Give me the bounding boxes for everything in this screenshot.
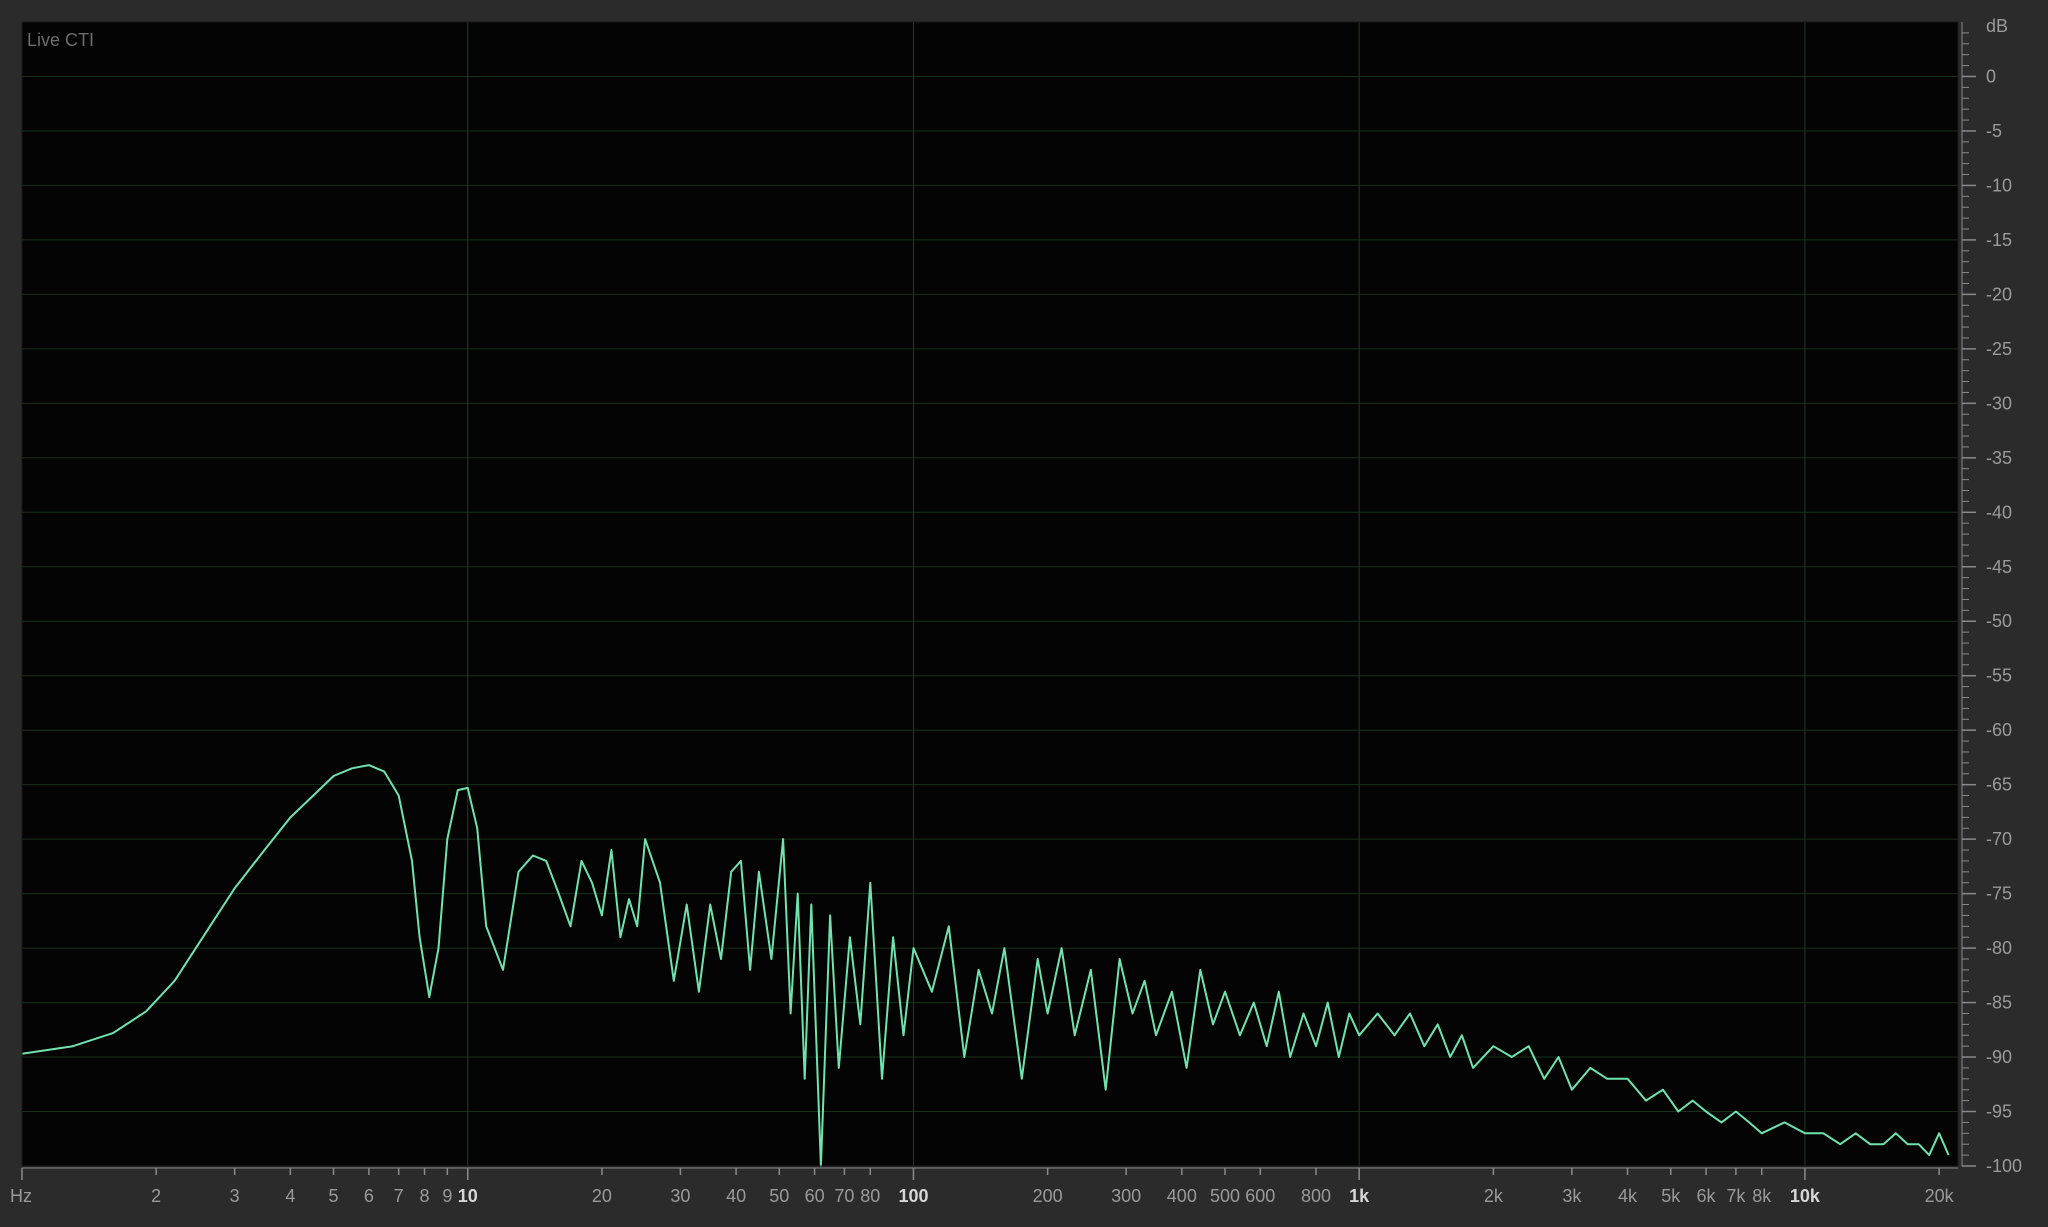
db-tick-label: -15 [1986,230,2012,250]
spectrum-chart: 0 -5 -10 -15 -20 -25 -30 -35 -40 -45 -50 -55 -60 -65 -… [10,16,2022,1206]
hz-tick-label: 500 [1210,1186,1240,1206]
hz-tick-label: 5 [329,1186,339,1206]
hz-tick-label: 9 [442,1186,452,1206]
hz-tick-label: 20 [592,1186,612,1206]
db-tick-label: -20 [1986,284,2012,304]
hz-tick-label: 100 [898,1186,928,1206]
hz-tick-label: 7 [394,1186,404,1206]
hz-tick-label: 3k [1562,1186,1582,1206]
hz-tick-label: 600 [1245,1186,1275,1206]
db-tick-label: -80 [1986,938,2012,958]
db-tick-label: -40 [1986,502,2012,522]
hz-tick-label: 4k [1618,1186,1638,1206]
db-tick-label: -50 [1986,611,2012,631]
hz-tick-label: 8 [420,1186,430,1206]
hz-tick-label: 10k [1790,1186,1821,1206]
db-tick-label: -55 [1986,666,2012,686]
hz-tick-label: 400 [1167,1186,1197,1206]
db-tick-label: -25 [1986,339,2012,359]
hz-tick-label: 6 [364,1186,374,1206]
db-tick-label: -90 [1986,1047,2012,1067]
db-tick-label: -30 [1986,393,2012,413]
hz-tick-label: 8k [1752,1186,1772,1206]
hz-axis: 2 3 4 5 6 7 8 9 10 20 30 40 50 60 70 80 100 200 300 400 500 6… [21,1167,1958,1206]
hz-tick-label: 10 [458,1186,478,1206]
plot-area [22,22,1958,1166]
db-tick-label: -85 [1986,993,2012,1013]
db-unit-label: dB [1986,16,2008,36]
db-tick-label: -75 [1986,884,2012,904]
hz-tick-label: 2k [1484,1186,1504,1206]
hz-tick-label: 6k [1697,1186,1717,1206]
db-axis: 0 -5 -10 -15 -20 -25 -30 -35 -40 -45 -50 -55 -60 -65 -… [1961,22,2022,1176]
hz-tick-label: 80 [860,1186,880,1206]
frequency-analyzer-panel: 0 -5 -10 -15 -20 -25 -30 -35 -40 -45 -50 -55 -60 -65 -… [0,0,2048,1227]
hz-tick-label: 4 [285,1186,295,1206]
hz-unit-label: Hz [10,1186,32,1206]
hz-tick-label: 70 [834,1186,854,1206]
hz-tick-label: 300 [1111,1186,1141,1206]
live-cti-label: Live CTI [27,30,94,50]
db-tick-label: -45 [1986,557,2012,577]
db-tick-label: -70 [1986,829,2012,849]
hz-tick-label: 30 [670,1186,690,1206]
hz-tick-label: 60 [805,1186,825,1206]
hz-tick-label: 40 [726,1186,746,1206]
db-tick-label: -100 [1986,1156,2022,1176]
hz-tick-label: 5k [1661,1186,1681,1206]
hz-tick-label: 7k [1726,1186,1746,1206]
hz-tick-label: 20k [1925,1186,1955,1206]
hz-tick-label: 3 [230,1186,240,1206]
db-tick-label: -5 [1986,121,2002,141]
hz-tick-label: 2 [151,1186,161,1206]
hz-tick-label: 50 [769,1186,789,1206]
db-tick-label: -65 [1986,775,2012,795]
db-tick-label: -95 [1986,1102,2012,1122]
db-tick-label: -60 [1986,720,2012,740]
db-tick-label: 0 [1986,66,1996,86]
hz-tick-label: 1k [1349,1186,1370,1206]
db-tick-label: -35 [1986,448,2012,468]
hz-tick-label: 200 [1033,1186,1063,1206]
hz-tick-label: 800 [1301,1186,1331,1206]
db-tick-label: -10 [1986,175,2012,195]
